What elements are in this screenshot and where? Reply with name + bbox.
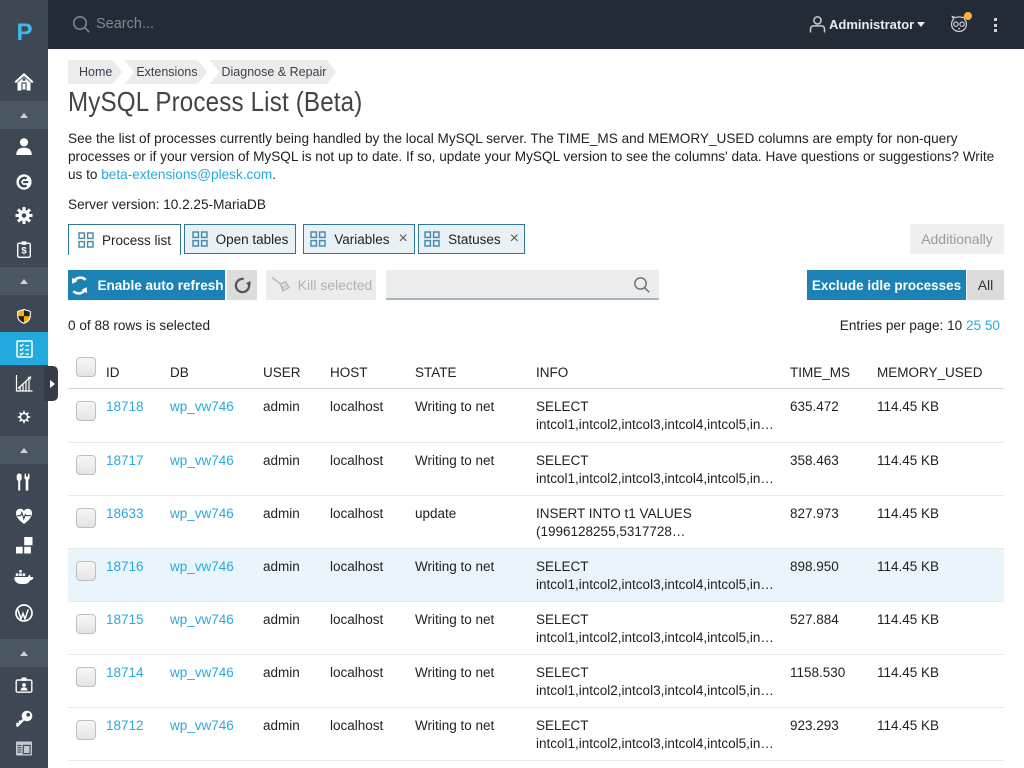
svg-text:$: $ — [21, 246, 27, 257]
